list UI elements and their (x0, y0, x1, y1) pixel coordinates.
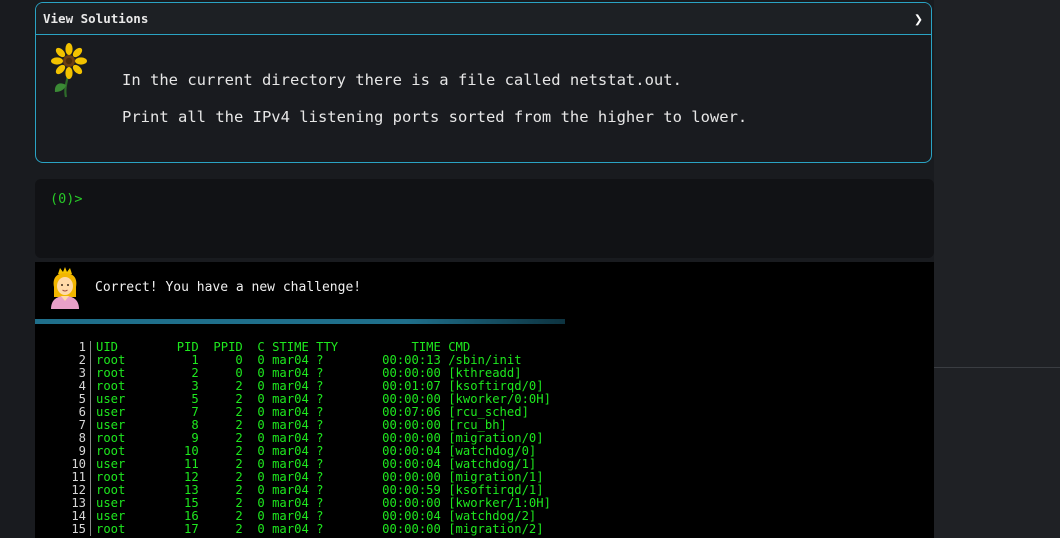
line-number-separator (90, 484, 91, 497)
output-text: root 17 2 0 mar04 ? 00:00:00 [migration/… (96, 522, 544, 536)
command-prompt: (0)> (50, 191, 83, 207)
chevron-right-icon[interactable]: ❯ (914, 10, 923, 28)
princess-icon (51, 267, 79, 309)
line-number-separator (90, 471, 91, 484)
line-number-separator (90, 354, 91, 367)
result-message-row: Correct! You have a new challenge! (48, 265, 361, 309)
line-number-separator (90, 445, 91, 458)
line-number-separator (90, 510, 91, 523)
result-panel: Correct! You have a new challenge! 1 UID … (35, 262, 934, 538)
challenge-description: In the current directory there is a file… (122, 71, 747, 145)
result-message: Correct! You have a new challenge! (95, 279, 362, 295)
challenge-body: In the current directory there is a file… (36, 35, 931, 162)
right-panel-divider (934, 367, 1060, 368)
challenge-card: View Solutions ❯ In the current director… (35, 2, 932, 163)
line-number-separator (90, 406, 91, 419)
line-number-separator (90, 432, 91, 445)
right-panel (934, 0, 1060, 538)
line-number-separator (90, 367, 91, 380)
line-number-separator (90, 497, 91, 510)
line-number-separator (90, 380, 91, 393)
line-number-separator (90, 393, 91, 406)
line-number-separator (90, 523, 91, 536)
view-solutions-title[interactable]: View Solutions (43, 11, 148, 26)
line-number-separator (90, 341, 91, 354)
command-input-area[interactable]: (0)> (35, 179, 934, 258)
line-number-separator (90, 419, 91, 432)
line-number: 15 (71, 522, 86, 536)
challenge-line-2: Print all the IPv4 listening ports sorte… (122, 108, 748, 126)
challenge-line-1: In the current directory there is a file… (122, 71, 682, 89)
sunflower-icon (51, 43, 87, 98)
output-line: 15 root 17 2 0 mar04 ? 00:00:00 [migratio… (65, 523, 551, 536)
command-output: 1 UID PID PPID C STIME TTY TIME CMD 2 root … (65, 341, 551, 536)
view-solutions-header[interactable]: View Solutions ❯ (36, 3, 931, 35)
line-number-separator (90, 458, 91, 471)
result-divider (35, 319, 565, 324)
